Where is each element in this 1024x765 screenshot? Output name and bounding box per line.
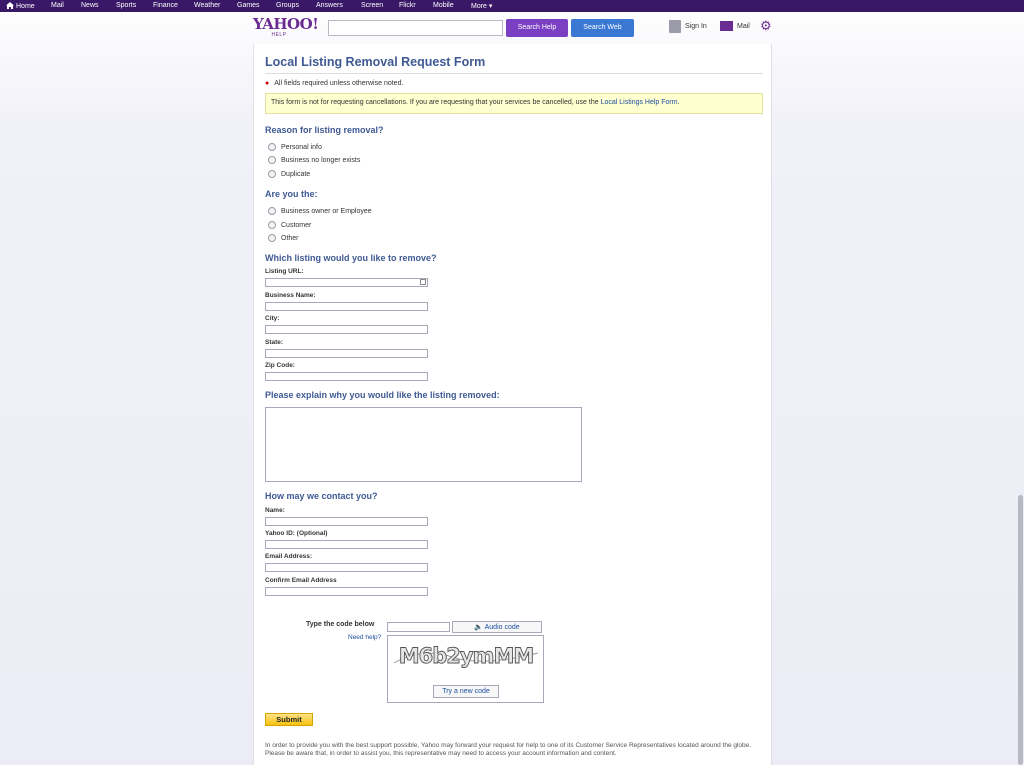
- mail-link[interactable]: Mail: [720, 21, 750, 31]
- search-web-button[interactable]: Search Web: [571, 19, 634, 37]
- nav-mobile[interactable]: Mobile: [433, 2, 454, 9]
- radio-button[interactable]: [268, 234, 276, 242]
- divider: [265, 73, 763, 74]
- nav-groups[interactable]: Groups: [276, 2, 299, 9]
- required-star-icon: ●: [265, 80, 270, 87]
- form-card: Local Listing Removal Request Form ● All …: [253, 44, 772, 765]
- required-note: ● All fields required unless otherwise no…: [265, 80, 404, 87]
- state-label: State:: [265, 339, 284, 346]
- nav-answers[interactable]: Answers: [316, 2, 343, 9]
- chevron-down-icon: ▾: [488, 3, 493, 10]
- nav-games[interactable]: Games: [237, 2, 260, 9]
- email-field[interactable]: [265, 563, 428, 572]
- notice-box: This form is not for requesting cancella…: [265, 93, 763, 114]
- name-field[interactable]: [265, 517, 428, 526]
- captcha-text: M6b2ymMM: [399, 644, 534, 668]
- nav-screen[interactable]: Screen: [361, 2, 383, 9]
- zip-code-label: Zip Code:: [265, 362, 295, 369]
- radio-button[interactable]: [268, 143, 276, 151]
- search-input[interactable]: [328, 20, 503, 36]
- business-name-field[interactable]: [265, 302, 428, 311]
- nav-home[interactable]: Home: [6, 2, 35, 10]
- gear-icon[interactable]: ⚙: [760, 19, 772, 32]
- nav-flickr[interactable]: Flickr: [399, 2, 416, 9]
- reason-heading: Reason for listing removal?: [265, 125, 384, 135]
- confirm-email-field[interactable]: [265, 587, 428, 596]
- radio-button[interactable]: [268, 156, 276, 164]
- business-name-label: Business Name:: [265, 292, 316, 299]
- header: YAHOO! HELP Search Help Search Web Sign …: [0, 12, 1024, 44]
- user-icon: [669, 20, 681, 33]
- nav-finance[interactable]: Finance: [153, 2, 178, 9]
- disclaimer-text: In order to provide you with the best su…: [265, 742, 752, 757]
- speaker-icon: 🔈: [474, 624, 484, 631]
- need-help-link[interactable]: Need help?: [348, 634, 381, 641]
- yahoo-id-label: Yahoo ID: (Optional): [265, 530, 328, 537]
- listing-url-label: Listing URL:: [265, 268, 304, 275]
- city-label: City:: [265, 315, 280, 322]
- confirm-email-label: Confirm Email Address: [265, 577, 337, 584]
- explain-heading: Please explain why you would like the li…: [265, 390, 500, 400]
- reason-option-personal-info[interactable]: Personal info: [268, 143, 322, 151]
- captcha-image: M6b2ymMM: [392, 643, 540, 669]
- reason-option-business-no-longer-exists[interactable]: Business no longer exists: [268, 156, 360, 164]
- explanation-textarea[interactable]: [265, 407, 582, 482]
- home-icon: [6, 2, 14, 9]
- envelope-icon: [720, 21, 733, 31]
- contact-heading: How may we contact you?: [265, 491, 378, 501]
- role-option-other[interactable]: Other: [268, 234, 299, 242]
- captcha-box: M6b2ymMM Try a new code: [387, 635, 544, 703]
- search-help-button[interactable]: Search Help: [506, 19, 568, 37]
- role-heading: Are you the:: [265, 189, 318, 199]
- page-title: Local Listing Removal Request Form: [265, 55, 486, 69]
- reason-option-duplicate[interactable]: Duplicate: [268, 170, 310, 178]
- scrollbar[interactable]: [1018, 495, 1023, 765]
- new-code-button[interactable]: Try a new code: [433, 685, 499, 698]
- yahoo-id-field[interactable]: [265, 540, 428, 549]
- yahoo-help-logo[interactable]: YAHOO! HELP: [253, 17, 319, 39]
- submit-button[interactable]: Submit: [265, 713, 313, 726]
- nav-more[interactable]: More ▾: [471, 2, 492, 10]
- captcha-label: Type the code below: [306, 621, 375, 628]
- sign-in-link[interactable]: Sign In: [669, 20, 707, 33]
- listing-heading: Which listing would you like to remove?: [265, 253, 437, 263]
- zip-code-field[interactable]: [265, 372, 428, 381]
- city-field[interactable]: [265, 325, 428, 334]
- name-label: Name:: [265, 507, 285, 514]
- radio-button[interactable]: [268, 207, 276, 215]
- audio-code-button[interactable]: 🔈 Audio code: [452, 621, 542, 633]
- nav-sports[interactable]: Sports: [116, 2, 136, 9]
- nav-mail[interactable]: Mail: [51, 2, 64, 9]
- radio-button[interactable]: [268, 170, 276, 178]
- listing-url-field[interactable]: [265, 278, 428, 287]
- role-option-customer[interactable]: Customer: [268, 221, 311, 229]
- top-nav: Home Mail News Sports Finance Weather Ga…: [0, 0, 1024, 12]
- role-option-owner[interactable]: Business owner or Employee: [268, 207, 372, 215]
- nav-news[interactable]: News: [81, 2, 99, 9]
- nav-weather[interactable]: Weather: [194, 2, 220, 9]
- captcha-input[interactable]: [387, 622, 450, 632]
- email-label: Email Address:: [265, 553, 313, 560]
- local-listings-help-link[interactable]: Local Listings Help Form: [601, 99, 678, 106]
- radio-button[interactable]: [268, 221, 276, 229]
- listing-picker-icon[interactable]: [420, 279, 426, 285]
- state-field[interactable]: [265, 349, 428, 358]
